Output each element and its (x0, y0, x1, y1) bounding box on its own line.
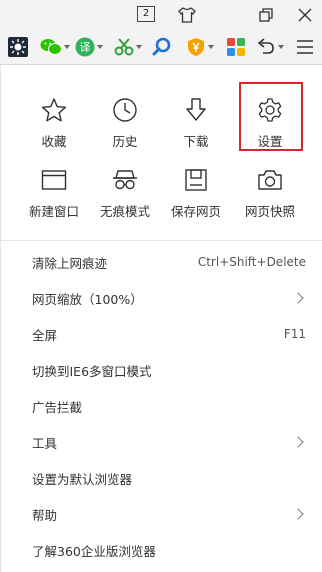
title-bar: 2 (0, 0, 322, 30)
restore-icon[interactable] (256, 5, 276, 25)
history-label: 历史 (112, 134, 138, 149)
menu-item-label: 设置为默认浏览器 (32, 471, 133, 487)
downloads-label: 下载 (183, 134, 209, 149)
about-enterprise-item[interactable]: 了解360企业版浏览器 (32, 538, 306, 562)
menu-item-label: 了解360企业版浏览器 (32, 543, 156, 559)
search-icon[interactable] (152, 37, 172, 57)
menu-item-label: 清除上网痕迹 (32, 255, 108, 271)
camera-icon (238, 165, 302, 195)
wechat-icon[interactable] (40, 37, 70, 57)
close-icon[interactable] (295, 5, 315, 25)
downloads-button[interactable]: 下载 (164, 95, 228, 150)
incognito-glasses-icon (93, 165, 157, 195)
chevron-down-icon (136, 45, 142, 49)
chevron-right-icon (292, 292, 304, 304)
clear-history-item[interactable]: 清除上网痕迹 Ctrl+Shift+Delete (32, 250, 306, 274)
default-browser-item[interactable]: 设置为默认浏览器 (32, 466, 306, 490)
apps-grid-icon[interactable] (227, 37, 245, 57)
undo-icon[interactable] (256, 37, 284, 57)
shortcut-label: Ctrl+Shift+Delete (197, 255, 306, 269)
clock-icon (93, 95, 157, 125)
new-window-label: 新建窗口 (28, 204, 79, 219)
chevron-right-icon (292, 508, 304, 520)
ad-block-item[interactable]: 广告拦截 (32, 394, 306, 418)
chevron-down-icon (64, 45, 70, 49)
chevron-down-icon (97, 45, 103, 49)
new-window-button[interactable]: 新建窗口 (22, 165, 86, 220)
favorites-label: 收藏 (41, 134, 67, 149)
page-snapshot-label: 网页快照 (244, 204, 295, 219)
scissors-icon[interactable] (114, 37, 142, 57)
save-page-button[interactable]: 保存网页 (164, 165, 228, 220)
settings-highlight-box (239, 82, 303, 151)
menu-divider (1, 240, 322, 241)
menu-item-label: 切换到IE6多窗口模式 (32, 363, 152, 379)
toolbar: 译 (0, 30, 322, 65)
translate-glyph: 译 (80, 41, 91, 54)
chevron-right-icon (292, 436, 304, 448)
translate-icon[interactable]: 译 (75, 37, 103, 57)
save-floppy-icon (164, 165, 228, 195)
sun-icon[interactable] (8, 37, 28, 57)
window-icon (22, 165, 86, 195)
chevron-down-icon (278, 45, 284, 49)
incognito-label: 无痕模式 (99, 204, 150, 219)
help-item[interactable]: 帮助 (32, 502, 306, 526)
shield-yen-icon[interactable] (186, 37, 214, 57)
save-page-label: 保存网页 (170, 204, 221, 219)
menu-item-label: 全屏 (32, 327, 58, 343)
zoom-item[interactable]: 网页缩放（100%） (32, 286, 306, 310)
browser-menu: 收藏 历史 下载 设置 新建窗口 无痕模式 保存网页 网页快照 清除上网痕迹 C… (0, 65, 322, 572)
incognito-button[interactable]: 无痕模式 (93, 165, 157, 220)
history-button[interactable]: 历史 (93, 95, 157, 150)
favorites-button[interactable]: 收藏 (22, 95, 86, 150)
menu-item-label: 网页缩放（100%） (32, 291, 143, 307)
ie6-mode-item[interactable]: 切换到IE6多窗口模式 (32, 358, 306, 382)
menu-icon[interactable] (297, 37, 313, 57)
download-arrow-icon (164, 95, 228, 125)
star-icon (22, 95, 86, 125)
chevron-down-icon (208, 45, 214, 49)
shirt-icon[interactable] (177, 5, 197, 25)
menu-item-label: 广告拦截 (32, 399, 83, 415)
tools-item[interactable]: 工具 (32, 430, 306, 454)
fullscreen-item[interactable]: 全屏 F11 (32, 322, 306, 346)
menu-item-label: 帮助 (32, 507, 58, 523)
tab-count-badge[interactable]: 2 (137, 6, 155, 22)
shortcut-label: F11 (283, 327, 306, 341)
page-snapshot-button[interactable]: 网页快照 (238, 165, 302, 220)
menu-item-label: 工具 (32, 435, 58, 451)
